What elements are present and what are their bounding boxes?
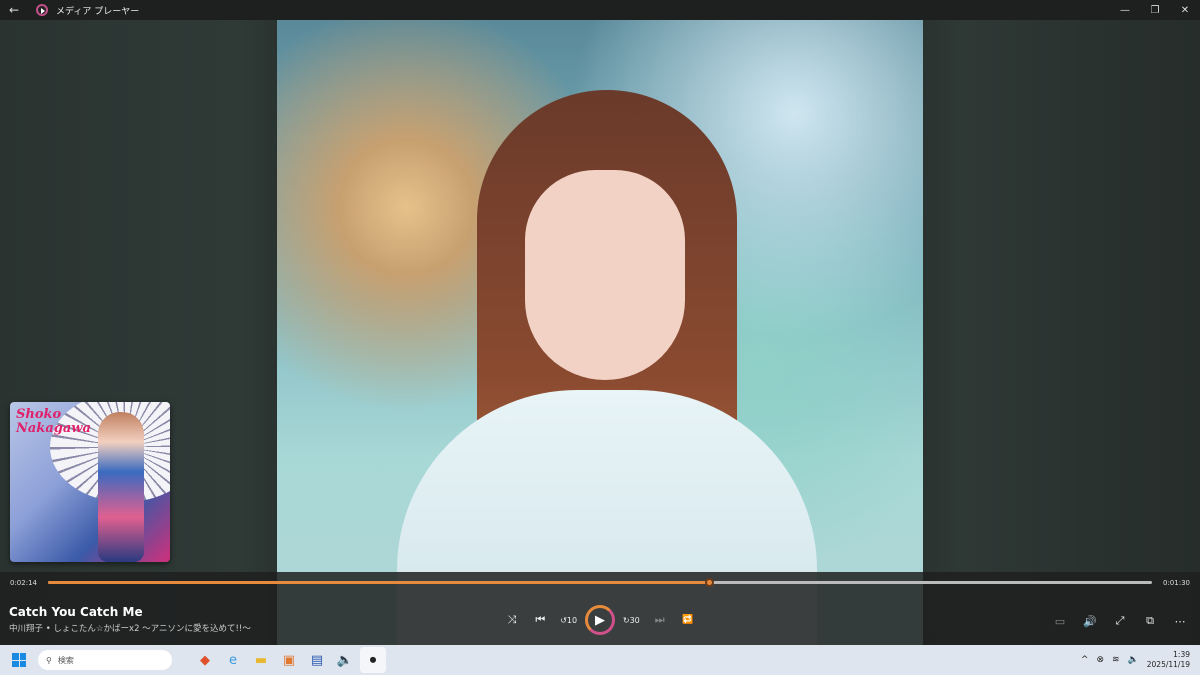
file-explorer-icon[interactable]: ▬: [248, 647, 274, 673]
status-x-icon[interactable]: ⊗: [1096, 655, 1104, 665]
clock[interactable]: 1:39 2025/11/19: [1147, 650, 1190, 670]
clock-date: 2025/11/19: [1146, 660, 1190, 669]
back-button[interactable]: ←: [0, 3, 28, 17]
playback-controls-bar: 0:02:14 0:01:30 Catch You Catch Me 中川翔子 …: [0, 572, 1200, 645]
brave-browser-icon[interactable]: ◆: [192, 647, 218, 673]
volume-button[interactable]: 🔊: [1078, 609, 1102, 633]
taskbar: ⚲ 検索 ◆ e ▬ ▣ ▤ 🔈 ⏺ ^ ⊗ ≋ 🔈 1:39 2025/11/…: [0, 645, 1200, 675]
search-icon: ⚲: [46, 655, 52, 665]
next-button[interactable]: ⏭: [648, 608, 672, 632]
shuffle-button[interactable]: ⤨: [500, 608, 524, 632]
show-hidden-icons-button[interactable]: ^: [1081, 655, 1089, 665]
media-player-icon: [36, 4, 48, 16]
miniplayer-button[interactable]: ▭: [1048, 609, 1072, 633]
taskbar-search[interactable]: ⚲ 検索: [38, 650, 172, 670]
media-player-window: ← メディア プレーヤー — ❐ ✕ Shoko Nakagawa 0:02:14…: [0, 0, 1200, 645]
album-figure: [98, 412, 144, 562]
seek-bar-thumb[interactable]: [705, 578, 715, 587]
restore-button[interactable]: ❐: [1140, 5, 1170, 16]
song-artist-album[interactable]: 中川翔子 • しょこたん☆かばーx2 〜アニソンに愛を込めて!!〜: [9, 622, 251, 634]
search-placeholder: 検索: [57, 655, 74, 665]
album-logo: Shoko Nakagawa: [16, 407, 91, 436]
document-app-icon[interactable]: ▤: [304, 647, 330, 673]
minimize-button[interactable]: —: [1110, 5, 1140, 16]
previous-button[interactable]: ⏮: [528, 608, 552, 632]
seek-bar-fill: [48, 581, 710, 584]
play-button[interactable]: ▶: [584, 605, 615, 635]
edge-browser-icon[interactable]: e: [220, 647, 246, 673]
song-title: Catch You Catch Me: [9, 605, 143, 619]
title-bar: ← メディア プレーヤー — ❐ ✕: [0, 0, 1200, 20]
photo-face: [525, 170, 685, 380]
clock-time: 1:39: [1173, 650, 1190, 659]
sound-app-icon[interactable]: 🔈: [332, 647, 358, 673]
close-button[interactable]: ✕: [1170, 5, 1200, 16]
album-art-thumbnail[interactable]: Shoko Nakagawa: [10, 402, 170, 562]
cast-button[interactable]: ⧉: [1138, 609, 1162, 633]
app-title: メディア プレーヤー: [56, 6, 140, 17]
elapsed-time: 0:02:14: [10, 579, 37, 587]
skip-back-10-button[interactable]: ↺10: [557, 608, 581, 632]
media-player-taskbar-icon[interactable]: ⏺: [360, 647, 386, 673]
volume-icon[interactable]: 🔈: [1128, 655, 1139, 665]
repeat-button[interactable]: 🔁: [676, 608, 700, 632]
now-playing-artwork-background: [277, 20, 923, 645]
skip-forward-30-button[interactable]: ↻30: [619, 608, 643, 632]
more-options-button[interactable]: ⋯: [1168, 609, 1192, 633]
seek-bar[interactable]: [48, 578, 1152, 587]
wifi-icon[interactable]: ≋: [1112, 655, 1120, 665]
remaining-time: 0:01:30: [1163, 579, 1190, 587]
fullscreen-button[interactable]: ⤢: [1108, 609, 1132, 633]
play-icon: ▶: [594, 612, 605, 628]
media-app-icon[interactable]: ▣: [276, 647, 302, 673]
start-button[interactable]: [12, 653, 26, 667]
